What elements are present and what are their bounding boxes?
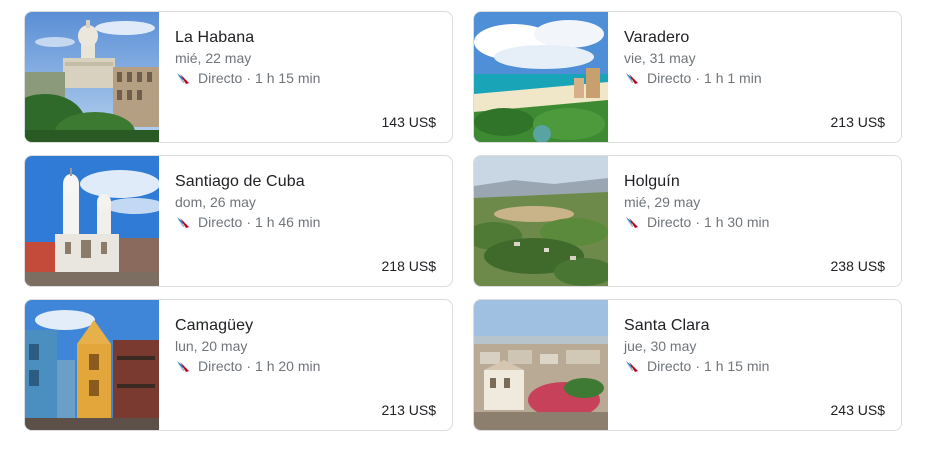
- flight-duration: 1 h 1 min: [704, 70, 762, 86]
- destination-card-santiago-de-cuba[interactable]: Santiago de Cuba dom, 26 may Directo · 1…: [24, 155, 453, 287]
- flight-details: Directo · 1 h 30 min: [624, 214, 769, 230]
- separator: ·: [695, 70, 701, 86]
- price: 213 US$: [830, 114, 885, 130]
- travel-date: lun, 20 may: [175, 338, 248, 354]
- destination-card-holguin[interactable]: Holguín mié, 29 may Directo · 1 h 30 min…: [473, 155, 902, 287]
- city-name: Varadero: [624, 29, 690, 46]
- flight-duration: 1 h 20 min: [255, 358, 321, 374]
- stops-label: Directo: [198, 358, 243, 374]
- stops-label: Directo: [198, 214, 243, 230]
- city-rooftops-photo: [474, 300, 608, 430]
- flight-duration: 1 h 30 min: [704, 214, 770, 230]
- destination-card-camaguey[interactable]: Camagüey lun, 20 may Directo · 1 h 20 mi…: [24, 299, 453, 431]
- travel-date: vie, 31 may: [624, 50, 696, 66]
- destination-card-varadero[interactable]: Varadero vie, 31 may Directo · 1 h 1 min…: [473, 11, 902, 143]
- travel-date: mié, 22 may: [175, 50, 252, 66]
- flight-details: Directo · 1 h 15 min: [624, 358, 769, 374]
- aerial-town-photo: [474, 156, 608, 286]
- travel-date: jue, 30 may: [624, 338, 697, 354]
- american-airlines-icon: [175, 70, 191, 86]
- city-name: Camagüey: [175, 317, 254, 334]
- capitolio-photo: [25, 12, 159, 142]
- separator: ·: [246, 358, 252, 374]
- beach-photo: [474, 12, 608, 142]
- flight-details: Directo · 1 h 20 min: [175, 358, 320, 374]
- flight-details: Directo · 1 h 15 min: [175, 70, 320, 86]
- travel-date: mié, 29 may: [624, 194, 701, 210]
- flight-details: Directo · 1 h 1 min: [624, 70, 762, 86]
- destination-card-santa-clara[interactable]: Santa Clara jue, 30 may Directo · 1 h 15…: [473, 299, 902, 431]
- price: 213 US$: [381, 402, 436, 418]
- colonial-street-photo: [25, 300, 159, 430]
- cathedral-photo: [25, 156, 159, 286]
- price: 218 US$: [381, 258, 436, 274]
- city-name: Santa Clara: [624, 317, 710, 334]
- city-name: Santiago de Cuba: [175, 173, 305, 190]
- flight-duration: 1 h 15 min: [255, 70, 321, 86]
- city-name: Holguín: [624, 173, 680, 190]
- flight-duration: 1 h 46 min: [255, 214, 321, 230]
- stops-label: Directo: [647, 214, 692, 230]
- destination-card-la-habana[interactable]: La Habana mié, 22 may Directo · 1 h 15 m…: [24, 11, 453, 143]
- separator: ·: [695, 214, 701, 230]
- city-name: La Habana: [175, 29, 255, 46]
- american-airlines-icon: [624, 70, 640, 86]
- stops-label: Directo: [198, 70, 243, 86]
- flight-duration: 1 h 15 min: [704, 358, 770, 374]
- price: 238 US$: [830, 258, 885, 274]
- american-airlines-icon: [624, 214, 640, 230]
- stops-label: Directo: [647, 70, 692, 86]
- stops-label: Directo: [647, 358, 692, 374]
- american-airlines-icon: [624, 358, 640, 374]
- american-airlines-icon: [175, 214, 191, 230]
- separator: ·: [246, 70, 252, 86]
- travel-date: dom, 26 may: [175, 194, 256, 210]
- american-airlines-icon: [175, 358, 191, 374]
- price: 243 US$: [830, 402, 885, 418]
- separator: ·: [246, 214, 252, 230]
- flight-details: Directo · 1 h 46 min: [175, 214, 320, 230]
- price: 143 US$: [381, 114, 436, 130]
- separator: ·: [695, 358, 701, 374]
